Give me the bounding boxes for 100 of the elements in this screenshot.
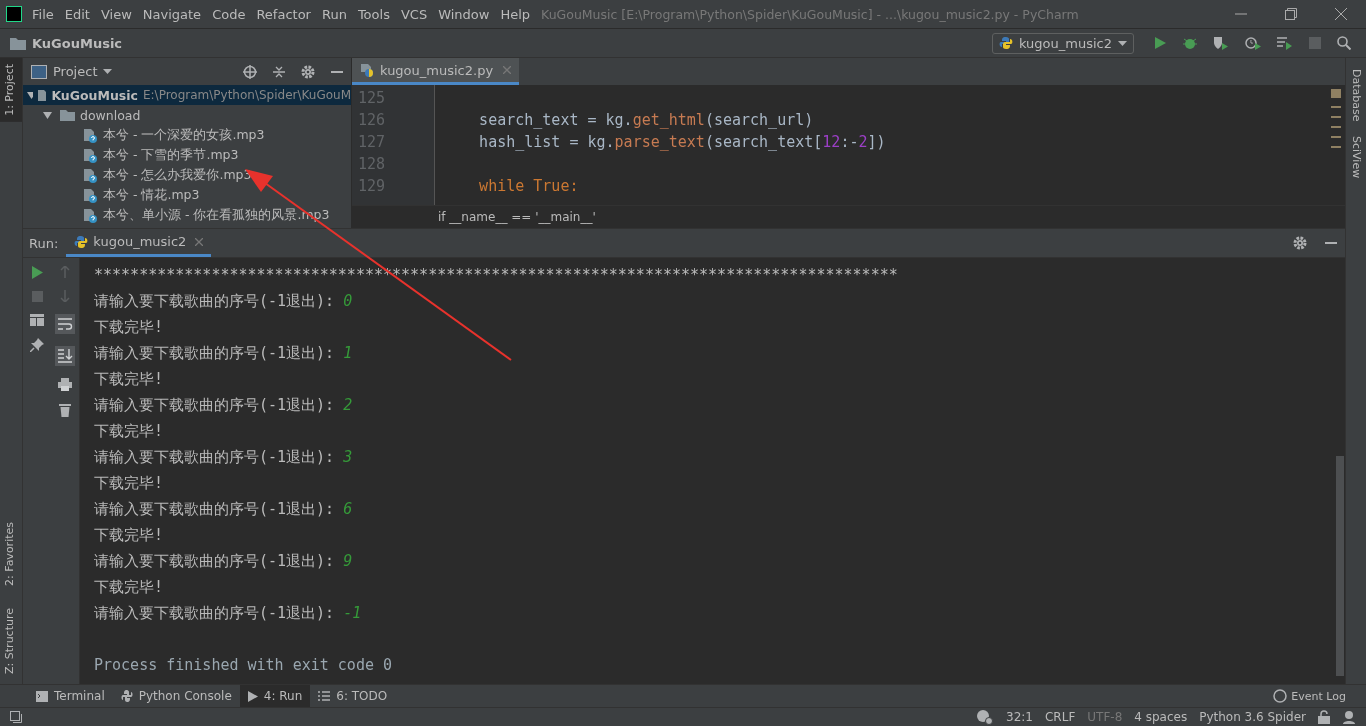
settings-icon[interactable] <box>301 64 315 79</box>
pin-icon[interactable] <box>30 338 44 352</box>
lock-icon[interactable] <box>1318 710 1330 724</box>
tool-window-tab[interactable]: Terminal <box>28 685 113 707</box>
caret-icon <box>1118 40 1127 46</box>
restore-icon[interactable] <box>1285 8 1297 20</box>
print-icon[interactable] <box>58 378 72 391</box>
breadcrumb[interactable]: if __name__ == '__main__' <box>438 210 596 224</box>
close-icon[interactable] <box>1335 8 1347 20</box>
scrollbar-thumb[interactable] <box>1336 456 1344 676</box>
console-prompt: 请输入要下载歌曲的序号(-1退出): <box>94 448 336 466</box>
search-icon[interactable] <box>1337 36 1351 50</box>
status-item[interactable]: 32:1 <box>1006 710 1033 724</box>
console-line: Process finished with exit code 0 <box>94 656 392 674</box>
expand-arrow-icon[interactable] <box>43 110 55 120</box>
unknown-file-icon <box>83 127 98 143</box>
console-line: 下载完毕! <box>94 370 164 388</box>
menu-item[interactable]: Run <box>321 6 347 22</box>
python-icon <box>998 36 1013 50</box>
status-item[interactable]: CRLF <box>1045 710 1076 724</box>
console-input-text: 2 <box>343 396 353 414</box>
profile-icon[interactable] <box>1245 36 1261 50</box>
console-line: 下载完毕! <box>94 578 164 596</box>
breadcrumb-project[interactable]: KuGouMusic <box>32 35 123 51</box>
run-list-icon[interactable] <box>1277 36 1293 50</box>
panel-title[interactable]: Project <box>53 64 98 79</box>
minimize-icon[interactable] <box>331 70 343 73</box>
code-line: hash_list = kg.parse_text(search_text[12:-2]) <box>478 133 886 151</box>
list-icon <box>318 691 331 701</box>
tree-item[interactable]: download <box>80 107 141 123</box>
collapse-icon[interactable] <box>273 64 285 79</box>
unknown-file-icon <box>83 167 98 183</box>
menu-item[interactable]: Help <box>500 6 531 22</box>
python-file-icon <box>360 63 374 77</box>
menu-item[interactable]: File <box>32 6 54 22</box>
editor-tab[interactable]: kugou_music2.py <box>352 58 520 85</box>
code-line: while True: <box>478 177 579 195</box>
menu-item[interactable]: Refactor <box>256 6 311 22</box>
settings-icon[interactable] <box>1293 236 1307 250</box>
tool-window-tab[interactable]: 4: Run <box>239 685 311 707</box>
code-line: search_text = kg.get_html(search_url) <box>478 111 814 129</box>
python-icon <box>74 234 89 249</box>
menu-item[interactable]: Window <box>438 6 490 22</box>
tool-window-tab[interactable]: 2: Favorites <box>0 516 22 593</box>
folder-icon <box>38 89 47 101</box>
menu-item[interactable]: Navigate <box>142 6 202 22</box>
tree-item[interactable]: 本兮 - 下雪的季节.mp3 <box>103 146 239 164</box>
tool-window-tab[interactable]: Python Console <box>112 685 240 707</box>
layout-icon[interactable] <box>10 711 22 723</box>
inspector-icon[interactable] <box>1342 710 1356 724</box>
layout-icon[interactable] <box>30 314 44 326</box>
window-title: KuGouMusic [E:\Program\Python\Spider\KuGouMusic] - ...\kugou_music2.py - PyCharm <box>541 6 1080 22</box>
tool-window-tab[interactable]: 6: TODO <box>310 685 396 707</box>
rerun-icon[interactable] <box>31 266 43 279</box>
tool-window-tab[interactable]: SciView <box>1346 132 1366 181</box>
unknown-file-icon <box>83 147 98 163</box>
menu-item[interactable]: View <box>100 6 132 22</box>
console-input-text: 3 <box>343 448 353 466</box>
soft-wrap-icon[interactable] <box>55 314 75 334</box>
unknown-file-icon <box>83 187 98 203</box>
console-line: 下载完毕! <box>94 318 164 336</box>
console-line: 下载完毕! <box>94 526 164 544</box>
folder-icon <box>10 36 26 50</box>
tree-item[interactable]: 本兮 - 情花.mp3 <box>103 186 200 204</box>
console-input-text: 0 <box>343 292 353 310</box>
console-prompt: 请输入要下载歌曲的序号(-1退出): <box>94 396 336 414</box>
scroll-to-end-icon[interactable] <box>55 346 75 366</box>
status-item[interactable]: 4 spaces <box>1134 710 1188 724</box>
locate-icon[interactable] <box>243 64 257 79</box>
menu-item[interactable]: VCS <box>400 6 428 22</box>
tool-window-tab[interactable]: Z: Structure <box>0 602 22 680</box>
console-line: 下载完毕! <box>94 474 164 492</box>
run-config-dropdown[interactable]: kugou_music2 <box>991 32 1134 54</box>
close-icon[interactable] <box>195 237 204 246</box>
expand-arrow-icon[interactable] <box>27 90 34 100</box>
console-prompt: 请输入要下载歌曲的序号(-1退出): <box>94 500 336 518</box>
caret-icon[interactable] <box>103 69 113 74</box>
coverage-icon[interactable] <box>1213 36 1229 50</box>
console-input-text: -1 <box>343 604 362 622</box>
console-prompt: 请输入要下载歌曲的序号(-1退出): <box>94 604 336 622</box>
menu-item[interactable]: Code <box>212 6 246 22</box>
tool-window-tab[interactable]: Database <box>1346 66 1366 125</box>
inspection-icon[interactable] <box>976 709 995 725</box>
tree-item[interactable]: 本兮 - 一个深爱的女孩.mp3 <box>103 126 265 144</box>
bug-icon[interactable] <box>1183 36 1197 50</box>
tool-window-tab[interactable]: 1: Project <box>0 58 22 122</box>
console-prompt: 请输入要下载歌曲的序号(-1退出): <box>94 344 336 362</box>
menu-item[interactable]: Tools <box>357 6 390 22</box>
run-icon[interactable] <box>1153 36 1167 50</box>
event-log-button[interactable]: Event Log <box>1273 689 1366 703</box>
status-item[interactable]: Python 3.6 Spider <box>1199 710 1306 724</box>
tree-item[interactable]: KuGouMusic <box>51 87 138 103</box>
trash-icon[interactable] <box>59 403 71 417</box>
run-icon <box>247 690 258 702</box>
unknown-file-icon <box>83 207 98 223</box>
console-prompt: 请输入要下载歌曲的序号(-1退出): <box>94 292 336 310</box>
menu-item[interactable]: Edit <box>64 6 90 22</box>
folder-icon <box>60 109 75 121</box>
console-line: 下载完毕! <box>94 422 164 440</box>
folder-path: E:\Program\Python\Spider\KuGouM <box>143 88 351 102</box>
